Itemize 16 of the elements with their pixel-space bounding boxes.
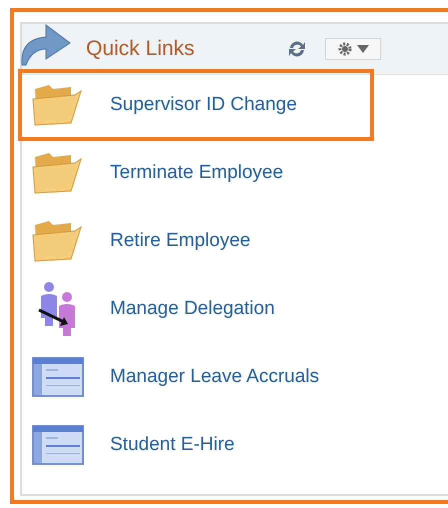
- folder-icon: [31, 151, 85, 195]
- caret-icon: [356, 45, 369, 53]
- folder-icon: [31, 219, 85, 263]
- quick-link[interactable]: Student E-Hire: [110, 434, 235, 456]
- settings-icon: [336, 41, 353, 57]
- settings-menu-button[interactable]: [324, 38, 381, 60]
- quick-link[interactable]: Manager Leave Accruals: [110, 366, 320, 388]
- quick-link[interactable]: Manage Delegation: [110, 298, 275, 320]
- quick-link[interactable]: Terminate Employee: [110, 162, 284, 184]
- pagelet-title: Quick Links: [86, 37, 195, 61]
- window-icon: [32, 425, 84, 465]
- window-icon: [32, 357, 84, 397]
- quick-link[interactable]: Supervisor ID Change: [110, 94, 297, 116]
- folder-icon: [31, 83, 85, 127]
- refresh-icon[interactable]: [286, 39, 307, 59]
- quick-link[interactable]: Retire Employee: [110, 230, 250, 252]
